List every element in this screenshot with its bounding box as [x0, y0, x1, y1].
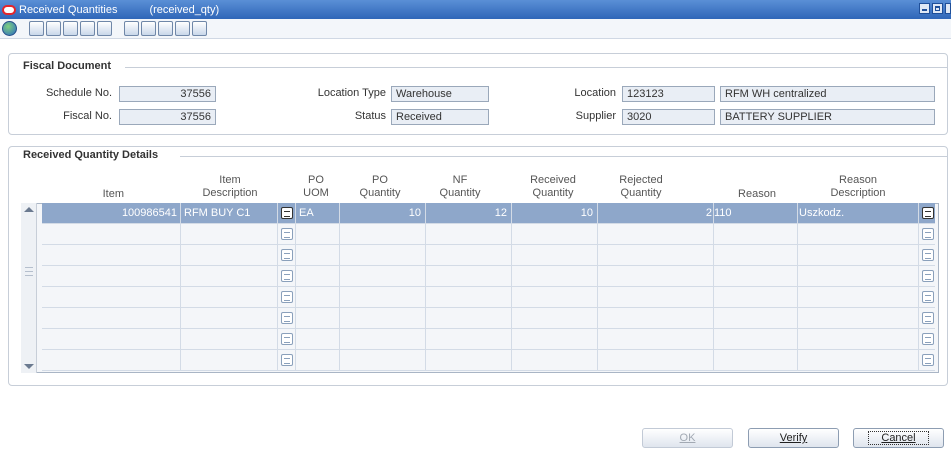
info-icon[interactable] — [97, 21, 112, 36]
location-label: Location — [574, 87, 616, 99]
window-code: (received_qty) — [149, 3, 220, 16]
cell-po-quantity[interactable]: 10 — [340, 203, 424, 223]
table-row[interactable] — [42, 350, 935, 371]
schedule-no-label: Schedule No. — [45, 87, 112, 99]
item-notes-icon[interactable] — [281, 354, 293, 366]
table-row[interactable] — [42, 224, 935, 245]
fiscal-document-title: Fiscal Document — [19, 60, 116, 72]
cell-nf-quantity[interactable]: 12 — [426, 203, 510, 223]
location-field[interactable]: 123123 — [622, 86, 715, 102]
table-row[interactable] — [42, 287, 935, 308]
table-row[interactable] — [42, 245, 935, 266]
fiscal-no-label: Fiscal No. — [63, 110, 112, 122]
cancel-button[interactable]: Cancel — [853, 428, 944, 448]
item-notes-icon[interactable] — [281, 228, 293, 240]
edit-icon[interactable] — [158, 21, 173, 36]
oracle-logo-icon — [2, 4, 16, 15]
item-notes-icon[interactable] — [281, 270, 293, 282]
minimize-icon[interactable] — [919, 3, 930, 14]
reason-notes-icon[interactable] — [922, 291, 934, 303]
col-header-po-quantity: PO Quantity — [359, 174, 401, 199]
globe-icon[interactable] — [2, 21, 17, 36]
item-notes-icon[interactable] — [281, 333, 293, 345]
reason-notes-icon[interactable] — [922, 354, 934, 366]
maximize-icon[interactable] — [932, 3, 943, 14]
help-icon[interactable] — [29, 21, 44, 36]
reason-notes-icon[interactable] — [922, 312, 934, 324]
location-type-field[interactable]: Warehouse — [391, 86, 489, 102]
status-label: Status — [354, 110, 386, 122]
col-header-po-uom: PO UOM — [303, 174, 329, 199]
reason-notes-icon[interactable] — [922, 249, 934, 261]
supplier-label: Supplier — [575, 110, 616, 122]
grid-icon[interactable] — [124, 21, 139, 36]
toolbar — [0, 19, 951, 39]
reason-notes-icon[interactable] — [922, 270, 934, 282]
status-field[interactable]: Received — [391, 109, 489, 125]
calendar-icon[interactable] — [63, 21, 78, 36]
reason-notes-icon[interactable] — [922, 333, 934, 345]
export-icon[interactable] — [175, 21, 190, 36]
supplier-field[interactable]: 3020 — [622, 109, 715, 125]
col-header-item-description: Item Description — [202, 174, 258, 199]
table-row[interactable] — [42, 329, 935, 350]
reason-notes-icon[interactable] — [922, 207, 934, 219]
received-quantity-details-title: Received Quantity Details — [19, 149, 163, 161]
cell-item-description[interactable]: RFM BUY C1 — [182, 203, 277, 223]
col-header-reason-description: Reason Description — [830, 174, 886, 199]
table-row[interactable]: 100986541 RFM BUY C1 EA 10 12 10 2 110 U… — [42, 203, 935, 224]
print-icon[interactable] — [80, 21, 95, 36]
lookup-icon[interactable] — [46, 21, 61, 36]
scroll-down-icon[interactable] — [24, 364, 34, 369]
item-notes-icon[interactable] — [281, 291, 293, 303]
ok-button[interactable]: OK — [642, 428, 733, 448]
import-icon[interactable] — [192, 21, 207, 36]
item-notes-icon[interactable] — [281, 249, 293, 261]
window-title: Received Quantities — [19, 3, 118, 16]
check-icon[interactable] — [141, 21, 156, 36]
cell-po-uom[interactable]: EA — [297, 203, 337, 223]
cell-received-quantity[interactable]: 10 — [512, 203, 596, 223]
cell-reason[interactable]: 110 — [713, 203, 795, 223]
location-description-field[interactable]: RFM WH centralized — [720, 86, 935, 102]
cell-item[interactable]: 100986541 — [42, 203, 179, 223]
col-header-received-quantity: Received Quantity — [530, 174, 576, 199]
col-header-item: Item — [102, 188, 124, 200]
table-row[interactable] — [42, 308, 935, 329]
item-notes-icon[interactable] — [281, 312, 293, 324]
title-bar: Received Quantities (received_qty) — [0, 0, 951, 19]
fiscal-no-field[interactable]: 37556 — [119, 109, 216, 125]
col-header-nf-quantity: NF Quantity — [439, 174, 481, 199]
location-type-label: Location Type — [317, 87, 386, 99]
scroll-up-icon[interactable] — [24, 207, 34, 212]
item-notes-icon[interactable] — [281, 207, 293, 219]
verify-button[interactable]: Verify — [748, 428, 839, 448]
grid-vertical-scrollbar[interactable] — [21, 203, 37, 373]
table-row[interactable] — [42, 266, 935, 287]
cell-reason-description[interactable]: Uszkodz. — [797, 203, 917, 223]
reason-notes-icon[interactable] — [922, 228, 934, 240]
col-header-reason: Reason — [738, 188, 776, 200]
supplier-description-field[interactable]: BATTERY SUPPLIER — [720, 109, 935, 125]
schedule-no-field[interactable]: 37556 — [119, 86, 216, 102]
col-header-rejected-quantity: Rejected Quantity — [619, 174, 663, 199]
close-icon[interactable] — [945, 3, 951, 14]
cell-rejected-quantity[interactable]: 2 — [598, 203, 712, 223]
